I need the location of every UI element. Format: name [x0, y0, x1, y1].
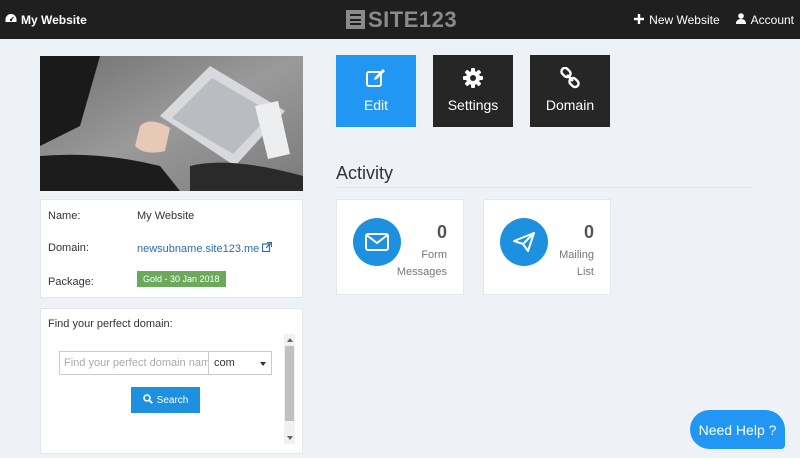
logo-mark-icon — [346, 10, 365, 29]
domain-card-scrollbar[interactable] — [284, 334, 295, 444]
account-label: Account — [750, 12, 794, 27]
name-value: My Website — [137, 210, 195, 222]
external-link-icon — [262, 241, 273, 255]
envelope-icon — [353, 218, 401, 266]
search-button-label: Search — [156, 394, 189, 406]
package-value: Gold - 30 Jan 2018 — [137, 271, 226, 287]
form-messages-label: Form Messages — [397, 247, 447, 281]
user-icon — [735, 12, 746, 27]
search-icon — [142, 393, 153, 407]
my-website-link[interactable]: My Website — [5, 0, 87, 39]
dashboard-icon — [5, 13, 17, 27]
package-label: Package: — [48, 276, 94, 288]
form-messages-card[interactable]: 0 Form Messages — [336, 199, 464, 295]
account-menu[interactable]: Account — [735, 12, 794, 27]
form-messages-label-line2: Messages — [396, 266, 447, 278]
form-messages-count: 0 — [436, 222, 447, 242]
package-badge: Gold - 30 Jan 2018 — [137, 271, 226, 287]
name-label: Name: — [48, 210, 81, 222]
website-preview-image[interactable] — [40, 56, 303, 191]
scroll-down-icon[interactable] — [287, 436, 293, 440]
mailing-list-card[interactable]: 0 Mailing List — [483, 199, 611, 295]
mailing-list-label-line1: Mailing — [559, 249, 594, 261]
scroll-up-icon[interactable] — [287, 338, 293, 342]
domain-search-button[interactable]: Search — [131, 387, 200, 413]
domain-label-button: Domain — [545, 97, 595, 113]
top-bar: My Website SITE123 New Website Account — [0, 0, 800, 39]
my-website-label: My Website — [21, 12, 87, 27]
tld-select[interactable]: com — [208, 351, 272, 375]
domain-label: Domain: — [48, 242, 89, 254]
website-info-card: Name: My Website Domain: newsubname.site… — [40, 199, 303, 298]
edit-icon — [365, 67, 387, 89]
paper-plane-icon — [500, 218, 548, 266]
domain-value: newsubname.site123.me — [137, 242, 260, 255]
mailing-list-label-line2: List — [576, 266, 594, 278]
gear-icon — [462, 67, 484, 89]
form-messages-label-line1: Form — [421, 249, 447, 261]
domain-search-card: Find your perfect domain: Find your perf… — [40, 308, 303, 454]
mailing-list-label: Mailing List — [559, 247, 594, 281]
edit-button[interactable]: Edit — [336, 55, 416, 127]
domain-button[interactable]: Domain — [530, 55, 610, 127]
need-help-button[interactable]: Need Help ? — [690, 410, 785, 449]
settings-label: Settings — [447, 97, 499, 113]
link-icon — [559, 67, 581, 89]
settings-button[interactable]: Settings — [433, 55, 513, 127]
domain-search-input[interactable]: Find your perfect domain name — [59, 351, 209, 375]
domain-search-title: Find your perfect domain: — [48, 318, 173, 330]
domain-link[interactable]: newsubname.site123.me — [137, 241, 273, 255]
logo-text: SITE123 — [368, 6, 458, 32]
mailing-list-count: 0 — [583, 222, 594, 242]
activity-heading: Activity — [336, 163, 394, 183]
site123-logo[interactable]: SITE123 — [346, 6, 458, 32]
new-website-button[interactable]: New Website — [634, 12, 720, 27]
tld-selected-value: com — [214, 357, 235, 369]
activity-divider — [336, 187, 752, 188]
new-website-label: New Website — [649, 12, 720, 27]
scroll-thumb[interactable] — [285, 346, 294, 421]
chevron-down-icon — [260, 362, 266, 366]
edit-label: Edit — [363, 97, 389, 113]
plus-icon — [634, 13, 645, 27]
